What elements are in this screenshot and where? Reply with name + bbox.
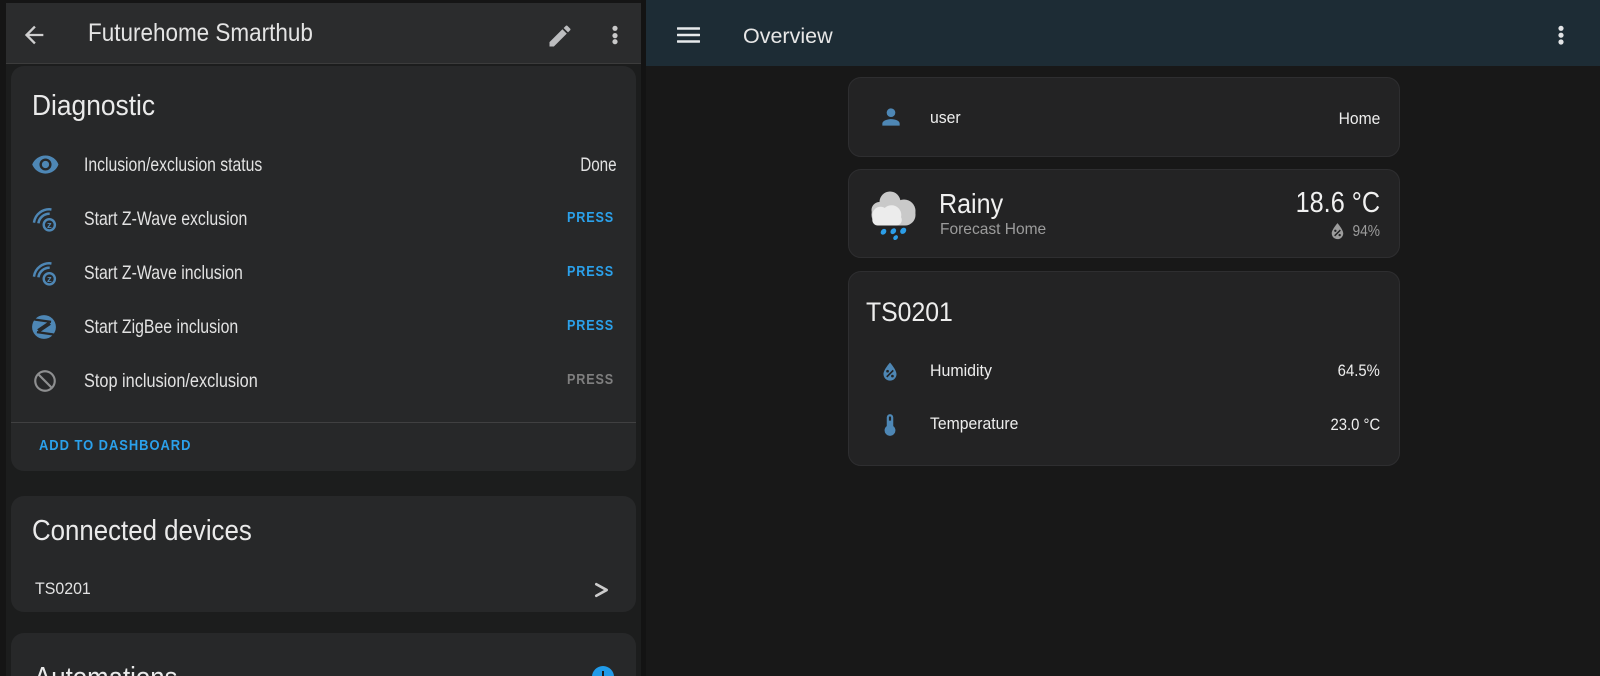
svg-text:z: z [47,274,52,285]
svg-text:z: z [47,220,52,231]
